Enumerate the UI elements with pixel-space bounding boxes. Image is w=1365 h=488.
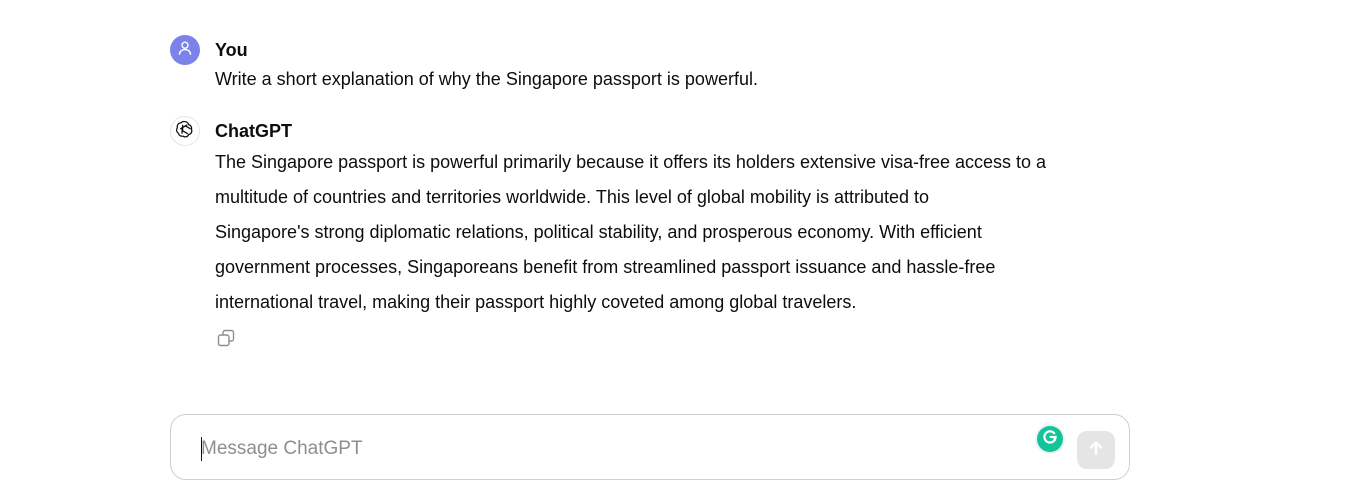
assistant-author-name: ChatGPT — [215, 121, 293, 141]
chat-page: You Write a short explanation of why the… — [0, 0, 1365, 488]
person-icon — [177, 40, 193, 61]
copy-button[interactable] — [215, 329, 237, 351]
assistant-text-line: multitude of countries and territories w… — [215, 187, 930, 207]
assistant-text-line: international travel, making their passp… — [215, 292, 857, 312]
message-composer — [170, 414, 1130, 480]
user-author-name: You — [215, 40, 248, 60]
assistant-text-line: Singapore's strong diplomatic relations,… — [215, 222, 982, 242]
assistant-text-line: The Singapore passport is powerful prima… — [215, 152, 1047, 172]
user-message-text: Write a short explanation of why the Sin… — [215, 69, 758, 89]
user-message: You Write a short explanation of why the… — [170, 35, 1130, 105]
copy-icon — [216, 328, 236, 353]
assistant-message-text: The Singapore passport is powerful prima… — [215, 145, 1135, 320]
assistant-avatar — [170, 116, 200, 146]
grammarly-icon — [1041, 428, 1059, 451]
arrow-up-icon — [1086, 438, 1106, 463]
text-caret — [201, 437, 202, 461]
assistant-message: ChatGPT The Singapore passport is powerf… — [170, 116, 1130, 356]
user-avatar — [170, 35, 200, 65]
grammarly-button[interactable] — [1037, 426, 1063, 452]
openai-logo-icon — [175, 119, 195, 144]
assistant-text-line: government processes, Singaporeans benef… — [215, 257, 996, 277]
message-input[interactable] — [201, 435, 1001, 463]
send-button[interactable] — [1077, 431, 1115, 469]
